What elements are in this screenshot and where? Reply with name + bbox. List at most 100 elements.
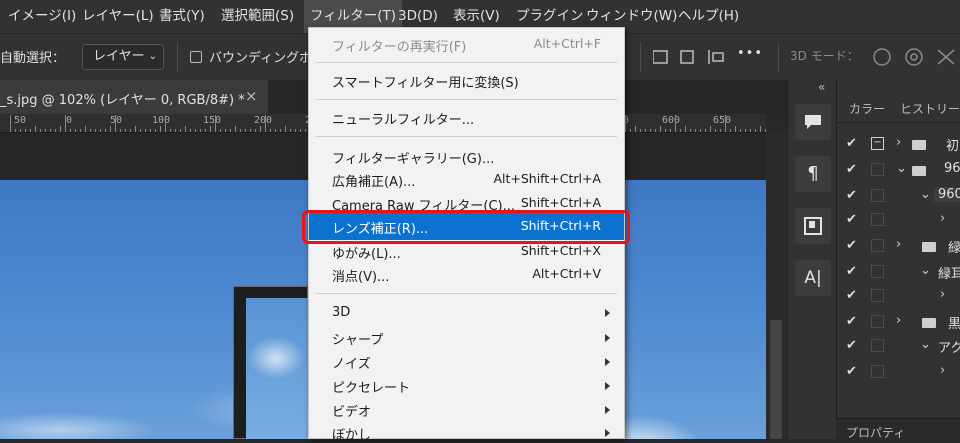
layer-row[interactable]: ✔ ⌄ 960 [836, 184, 960, 208]
visibility-check-icon[interactable]: ✔ [846, 162, 857, 177]
layer-row[interactable]: ✔ ⌄ 96 [836, 158, 960, 182]
ruler-tick [110, 126, 111, 132]
tab-color[interactable]: カラー [849, 100, 885, 117]
ruler-number: 50 [110, 115, 123, 126]
layer-row[interactable]: ✔ ⌄ アク [836, 334, 960, 358]
shortcut-liquify: Shift+Ctrl+X [520, 243, 601, 258]
visibility-check-icon[interactable]: ✔ [846, 188, 857, 203]
submenu-arrow-icon [605, 429, 610, 437]
chevron-right-icon[interactable]: › [940, 287, 945, 302]
menu-item-repeat-filter[interactable]: フィルターの再実行(F) [332, 36, 466, 55]
menu-item-sharpen[interactable]: シャープ [332, 329, 383, 348]
menu-layer[interactable]: レイヤー(L) [82, 0, 154, 33]
layer-name: 黒 [948, 317, 960, 332]
layer-row[interactable]: ✔ › [836, 360, 960, 384]
chevron-right-icon[interactable]: › [896, 313, 901, 328]
chevron-right-icon[interactable]: › [896, 237, 901, 252]
chevron-down-icon[interactable]: ⌄ [920, 187, 931, 202]
layer-toggle-box[interactable] [871, 365, 884, 378]
visibility-check-icon[interactable]: ✔ [846, 238, 857, 253]
collapse-icon[interactable]: « [818, 80, 825, 94]
layer-row[interactable]: ✔ › [836, 208, 960, 232]
ruler-tick [250, 129, 251, 132]
ruler-tick [115, 115, 116, 132]
visibility-check-icon[interactable]: ✔ [846, 338, 857, 353]
layer-row[interactable]: ✔ › 緑 [836, 234, 960, 258]
layer-row[interactable]: ✔ − › 初 [836, 132, 960, 156]
menu-item-neural-filter[interactable]: ニューラルフィルター... [332, 109, 474, 128]
scrollbar-thumb[interactable] [770, 320, 782, 439]
menu-type[interactable]: 書式(Y) [159, 0, 205, 33]
visibility-check-icon[interactable]: ✔ [846, 212, 857, 227]
layer-row[interactable]: ✔ ⌄ 緑耳 [836, 260, 960, 284]
ruler-tick [80, 129, 81, 132]
menu-help[interactable]: ヘルプ(H) [678, 0, 739, 33]
menu-item-liquify[interactable]: ゆがみ(L)... [332, 243, 401, 262]
target-dropdown[interactable]: レイヤー ⌄ [82, 44, 164, 70]
bounding-checkbox[interactable] [190, 51, 202, 63]
ruler-tick [730, 129, 731, 132]
menu-item-filter-gallery[interactable]: フィルターギャラリー(G)... [332, 148, 494, 167]
ruler-tick [650, 129, 651, 132]
ruler-tick [140, 129, 141, 132]
visibility-check-icon[interactable]: ✔ [846, 136, 857, 151]
ruler-tick [195, 129, 196, 132]
3d-mode-icons[interactable] [872, 46, 960, 68]
menu-image[interactable]: イメージ(I) [8, 0, 76, 33]
ruler-tick [700, 129, 701, 132]
folder-icon [922, 318, 936, 328]
layer-toggle-box[interactable] [871, 265, 884, 278]
tab-properties[interactable]: プロパティ [846, 424, 905, 441]
chevron-right-icon[interactable]: › [940, 363, 945, 378]
menu-item-blur[interactable]: ぼかし [332, 424, 371, 443]
layer-toggle-box[interactable] [871, 239, 884, 252]
layer-toggle-box[interactable] [871, 289, 884, 302]
layer-toggle-box[interactable] [871, 163, 884, 176]
layer-toggle-box[interactable] [871, 339, 884, 352]
visibility-check-icon[interactable]: ✔ [846, 364, 857, 379]
layer-toggle-box[interactable] [871, 213, 884, 226]
visibility-check-icon[interactable]: ✔ [846, 288, 857, 303]
shortcut-repeat-filter: Alt+Ctrl+F [533, 36, 601, 51]
close-icon[interactable]: × [245, 87, 258, 105]
glyph-icon[interactable]: A| [795, 260, 831, 296]
chevron-right-icon[interactable]: › [896, 135, 901, 150]
ruler-tick [145, 129, 146, 132]
comment-icon[interactable] [795, 104, 831, 140]
shortcut-camera-raw: Shift+Ctrl+A [520, 195, 601, 210]
shortcut-vanishing-point: Alt+Ctrl+V [532, 266, 601, 281]
chevron-down-icon[interactable]: ⌄ [896, 161, 907, 176]
document-tab[interactable]: _s.jpg @ 102% (レイヤー 0, RGB/8#) * × [0, 80, 268, 114]
ruler-tick [765, 129, 766, 132]
more-options-icon[interactable]: ••• [737, 46, 763, 61]
layer-toggle-box[interactable] [871, 189, 884, 202]
ruler-tick [695, 129, 696, 132]
chevron-down-icon[interactable]: ⌄ [920, 263, 931, 278]
layer-toggle-box[interactable] [871, 315, 884, 328]
menu-item-pixelate[interactable]: ピクセレート [332, 377, 410, 396]
ruler-tick [95, 129, 96, 132]
menu-item-smart-filter[interactable]: スマートフィルター用に変換(S) [332, 72, 519, 91]
ruler-tick [30, 129, 31, 132]
ruler-tick [295, 129, 296, 132]
menu-select[interactable]: 選択範囲(S) [221, 0, 294, 33]
menu-item-adaptive-wide-angle[interactable]: 広角補正(A)... [332, 171, 415, 190]
ruler-tick [280, 129, 281, 132]
visibility-check-icon[interactable]: ✔ [846, 314, 857, 329]
paragraph-icon[interactable]: ¶ [795, 156, 831, 192]
menu-item-3d[interactable]: 3D [332, 305, 350, 320]
folder-icon [912, 166, 926, 176]
menu-item-video[interactable]: ビデオ [332, 401, 371, 420]
chevron-down-icon[interactable]: ⌄ [920, 337, 931, 352]
tab-history[interactable]: ヒストリー [900, 100, 960, 117]
submenu-arrow-icon [605, 334, 610, 342]
menu-item-vanishing-point[interactable]: 消点(V)... [332, 266, 389, 285]
layer-row[interactable]: ✔ › [836, 284, 960, 308]
chevron-right-icon[interactable]: › [940, 211, 945, 226]
layer-toggle-box[interactable]: − [871, 137, 884, 150]
menu-item-noise[interactable]: ノイズ [332, 353, 371, 372]
layer-row[interactable]: ✔ › 黒 [836, 310, 960, 334]
library-icon[interactable] [795, 208, 831, 244]
ruler-number: 600 [662, 115, 681, 126]
visibility-check-icon[interactable]: ✔ [846, 264, 857, 279]
